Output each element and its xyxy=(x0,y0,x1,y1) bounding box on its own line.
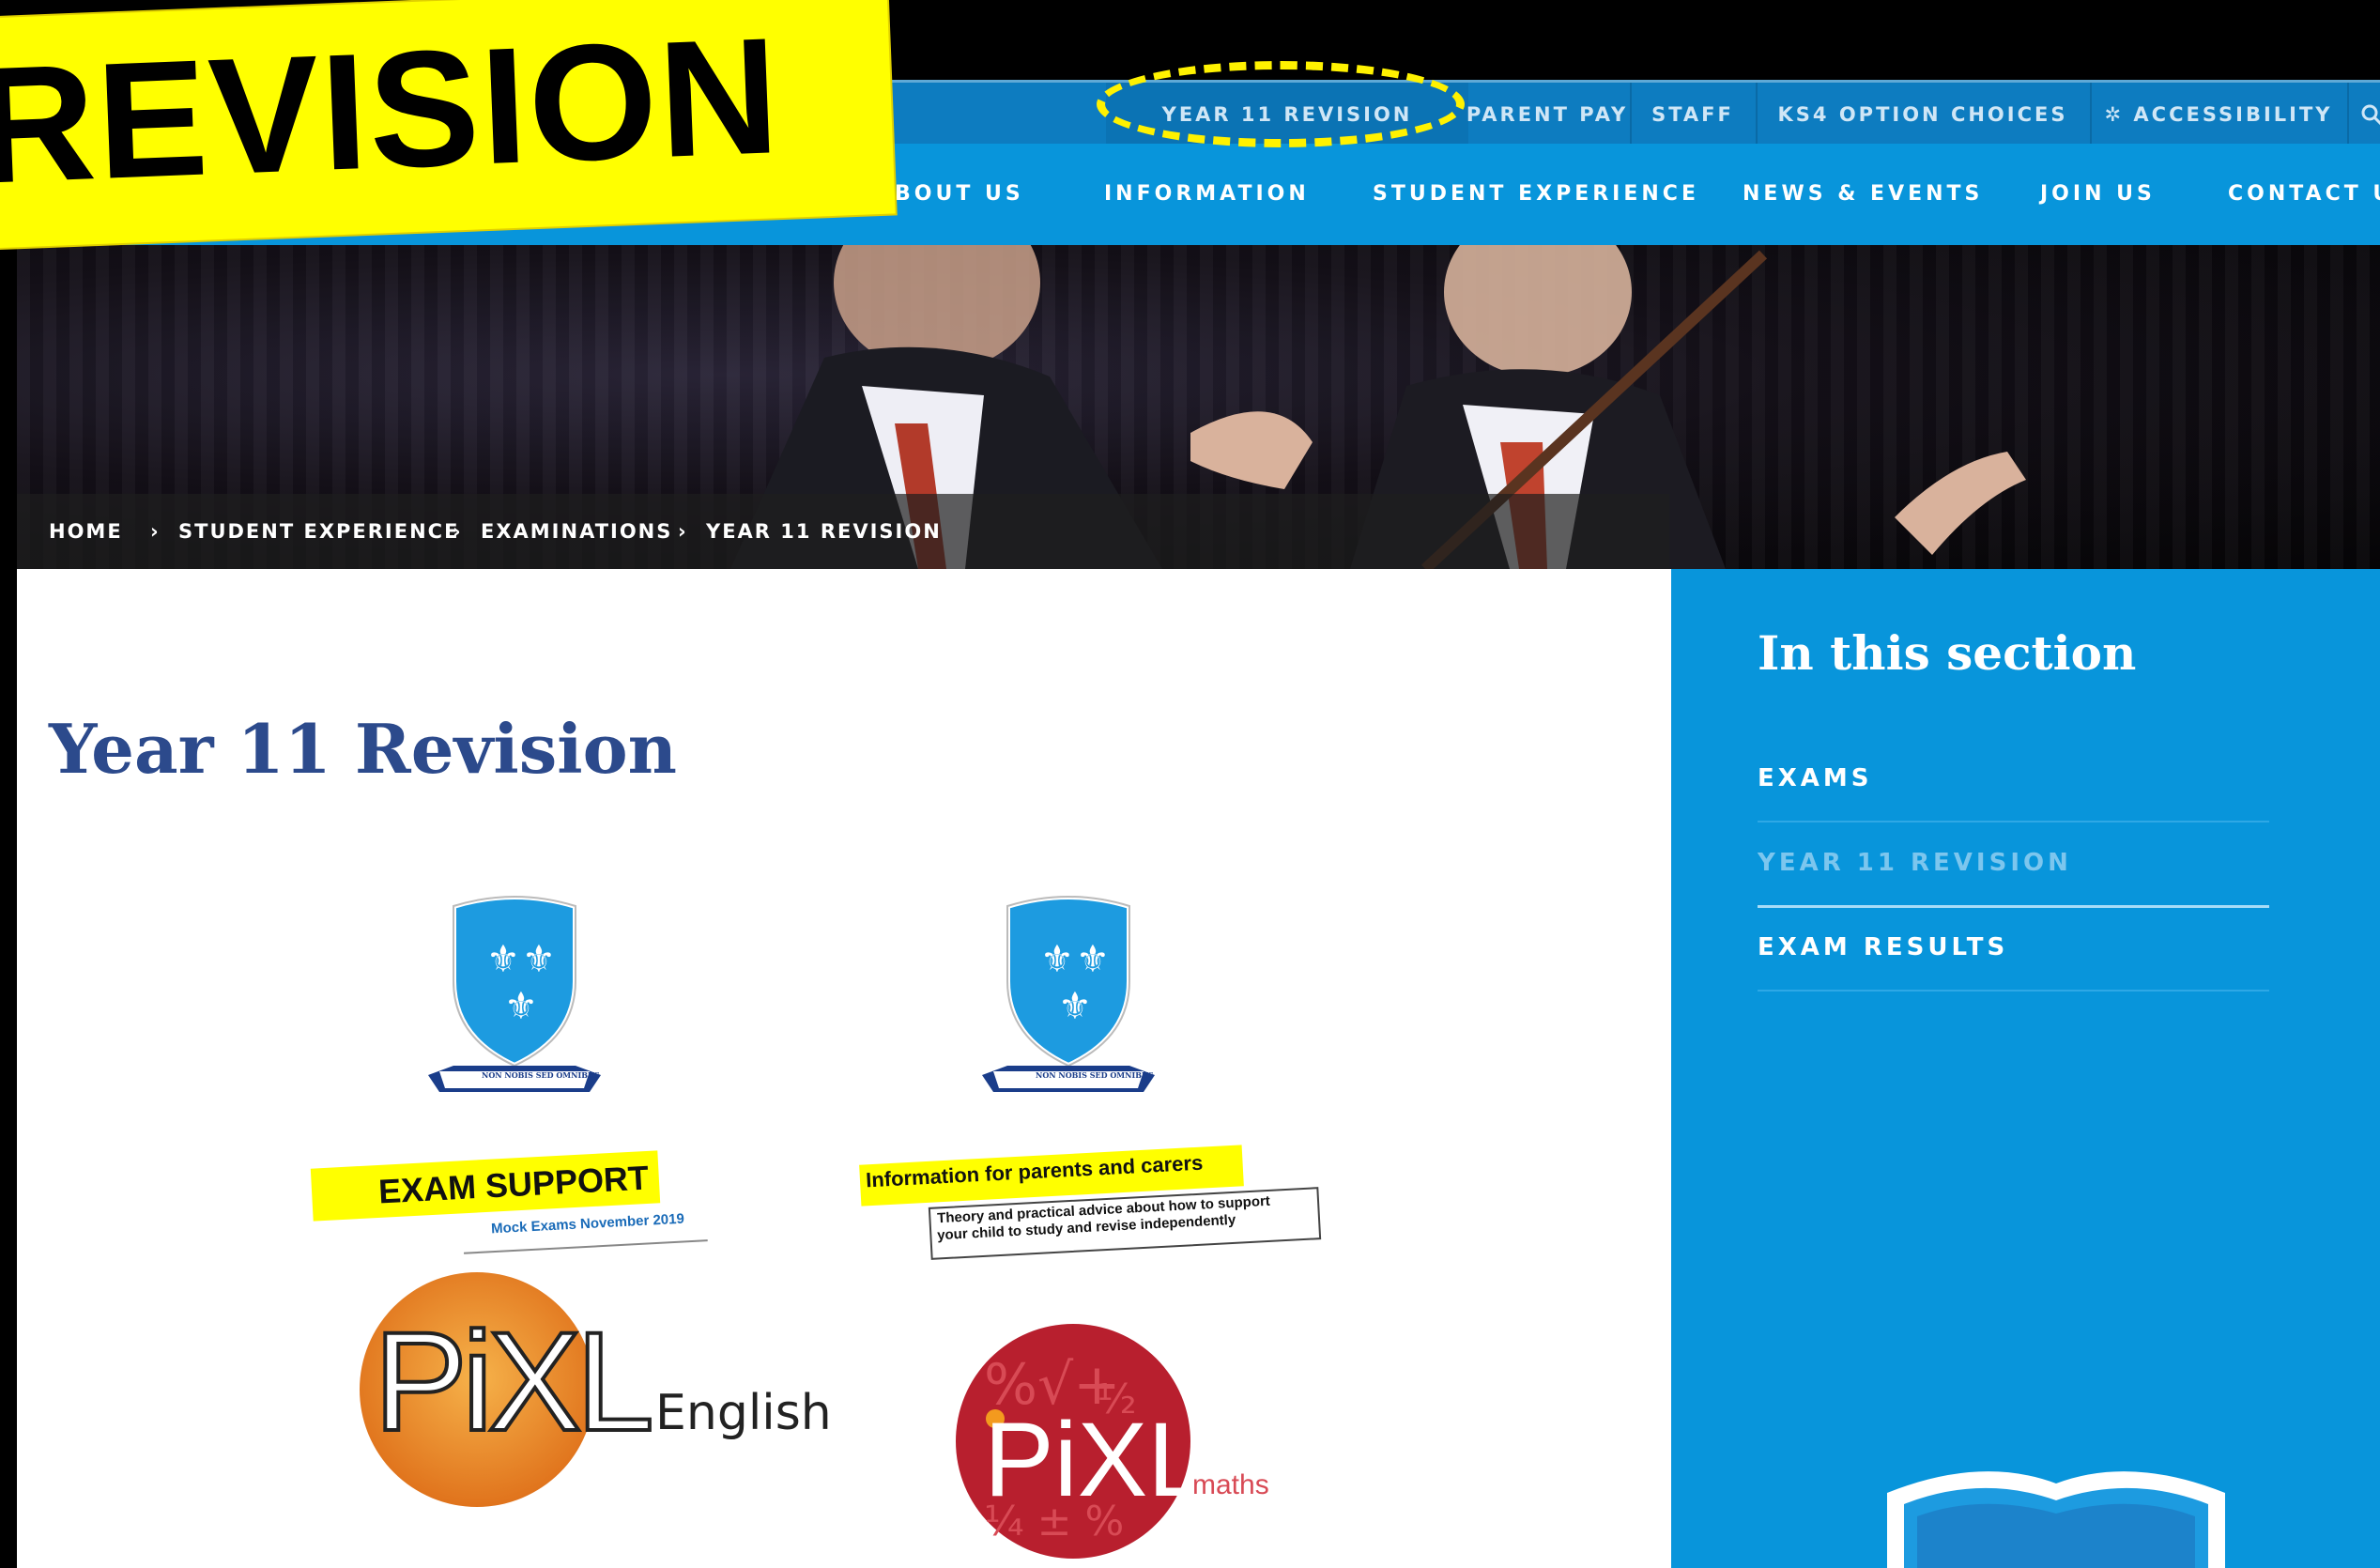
revision-banner-text: REVISION xyxy=(0,4,784,219)
utility-divider xyxy=(2347,83,2349,146)
highlight-ellipse-annotation xyxy=(1097,61,1465,147)
pixl-english-tile[interactable]: PiXL English xyxy=(355,1268,832,1512)
sidebar-link-exams[interactable]: EXAMS xyxy=(1758,738,2269,822)
breadcrumb-home[interactable]: HOME xyxy=(49,494,123,569)
breadcrumb-examinations[interactable]: EXAMINATIONS xyxy=(481,494,672,569)
revision-banner: REVISION xyxy=(0,0,896,249)
pixl-maths-brand: PiXL xyxy=(984,1401,1206,1518)
crest-motto: NON NOBIS SED OMNIBUS xyxy=(482,1070,600,1080)
utility-link-staff[interactable]: STAFF xyxy=(1630,83,1756,146)
sidebar-heading: In this section xyxy=(1758,625,2137,681)
parents-info-tile[interactable]: ⚜ ⚜ ⚜ NON NOBIS SED OMNIBUS Information … xyxy=(843,887,1350,1260)
section-sidebar: In this section EXAMS YEAR 11 REVISION E… xyxy=(1671,569,2380,1568)
nav-student-experience[interactable]: STUDENT EXPERIENCE xyxy=(1373,144,1699,245)
breadcrumb-separator: › xyxy=(678,520,688,543)
sidebar-link-year11-revision[interactable]: YEAR 11 REVISION xyxy=(1758,822,2269,908)
nav-contact-us[interactable]: CONTACT US xyxy=(2228,144,2380,245)
nav-join-us[interactable]: JOIN US xyxy=(2040,144,2156,245)
school-crest-icon xyxy=(1887,1471,2225,1568)
breadcrumb-current: YEAR 11 REVISION xyxy=(706,520,942,543)
svg-text:⚜: ⚜ xyxy=(1058,985,1092,1028)
page-title: Year 11 Revision xyxy=(49,709,677,789)
breadcrumb-student-experience[interactable]: STUDENT EXPERIENCE xyxy=(178,494,459,569)
school-crest-icon: ⚜ ⚜ ⚜ xyxy=(982,894,1155,1092)
pixl-english-subject: English xyxy=(655,1385,832,1441)
crest-motto: NON NOBIS SED OMNIBUS xyxy=(1036,1070,1154,1080)
nav-about-us[interactable]: BOUT US xyxy=(895,144,1024,245)
pixl-maths-subject: maths xyxy=(1192,1469,1269,1500)
accessibility-label: ACCESSIBILITY xyxy=(2133,103,2333,126)
gear-icon: ✲ xyxy=(2104,103,2125,126)
breadcrumb-separator: › xyxy=(453,520,463,543)
utility-link-ks4-options[interactable]: KS4 OPTION CHOICES xyxy=(1756,83,2090,146)
utility-link-accessibility[interactable]: ✲ ACCESSIBILITY xyxy=(2090,83,2347,146)
svg-text:⚜: ⚜ xyxy=(486,938,520,981)
breadcrumb-separator: › xyxy=(150,520,161,543)
search-icon[interactable] xyxy=(2358,83,2380,146)
hero-image: HOME › STUDENT EXPERIENCE › EXAMINATIONS… xyxy=(17,245,2380,569)
school-website-page: YEAR 11 REVISION PARENT PAY STAFF KS4 OP… xyxy=(17,80,2380,1568)
svg-text:⚜: ⚜ xyxy=(1076,938,1110,981)
svg-text:⚜: ⚜ xyxy=(522,938,556,981)
nav-news-events[interactable]: NEWS & EVENTS xyxy=(1743,144,1983,245)
school-crest-icon: ⚜ ⚜ ⚜ xyxy=(428,894,601,1092)
svg-text:⚜: ⚜ xyxy=(1040,938,1074,981)
breadcrumb: HOME › STUDENT EXPERIENCE › EXAMINATIONS… xyxy=(17,494,1669,569)
svg-text:⚜: ⚜ xyxy=(504,985,538,1028)
utility-link-parent-pay[interactable]: PARENT PAY xyxy=(1453,83,1641,146)
sidebar-link-exam-results[interactable]: EXAM RESULTS xyxy=(1758,907,2269,992)
exam-support-tile[interactable]: ⚜ ⚜ ⚜ NON NOBIS SED OMNIBUS EXAM SUPPORT… xyxy=(289,887,740,1254)
pixl-maths-tile[interactable]: %√+ ½ ¼ ± % PiXL maths xyxy=(956,1319,1313,1568)
pixl-english-brand: PiXL xyxy=(372,1300,656,1462)
nav-information[interactable]: INFORMATION xyxy=(1104,144,1310,245)
